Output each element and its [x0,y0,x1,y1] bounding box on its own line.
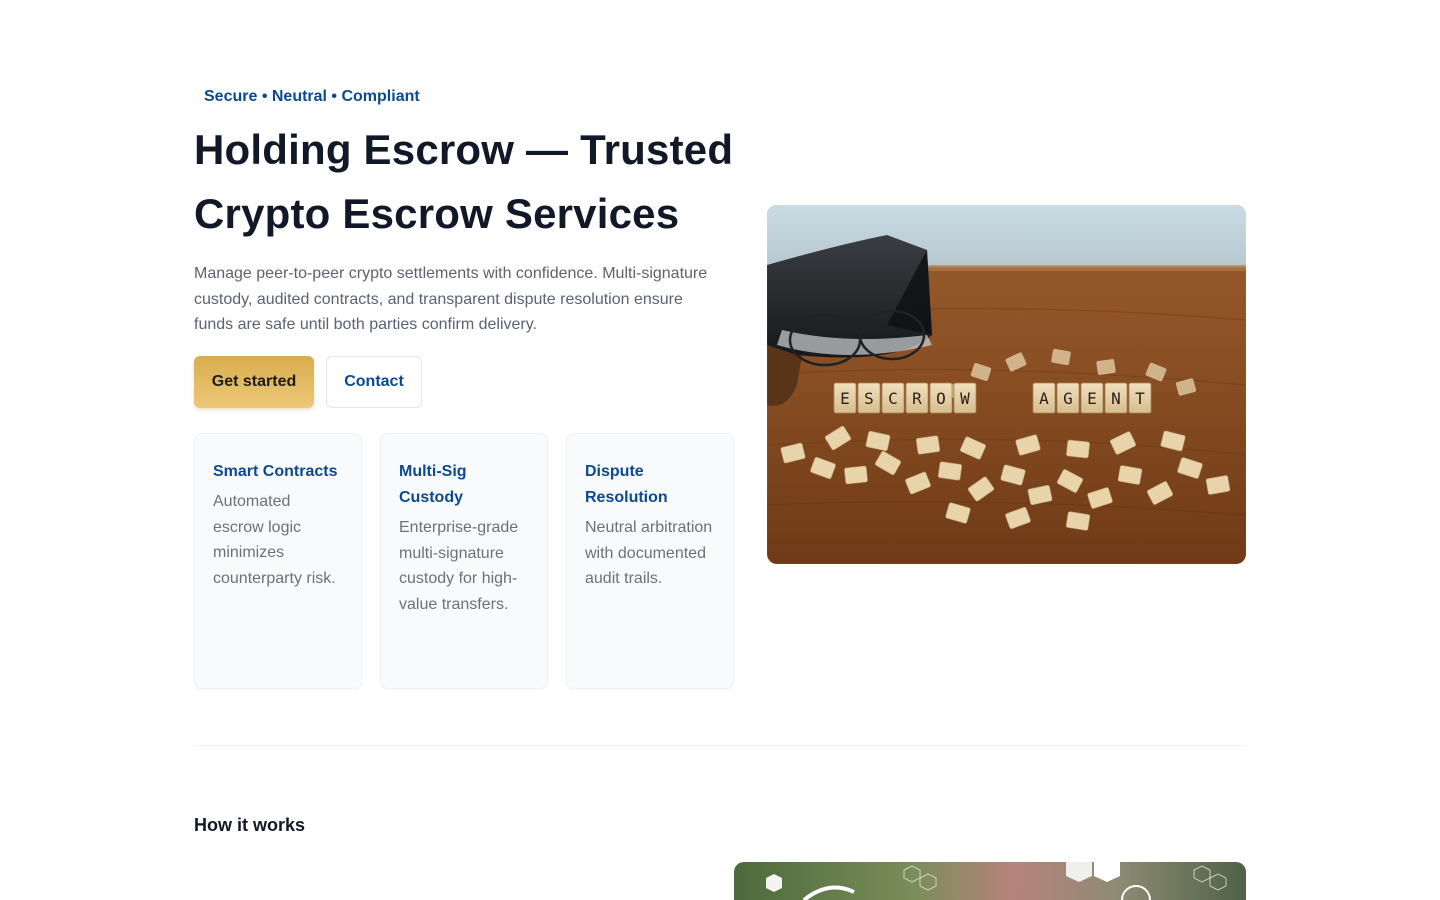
hero-eyebrow: Secure • Neutral • Compliant [204,88,420,105]
tile-letter: R [912,389,922,408]
escrow-agent-photo: E S C R O W A G E N T [767,205,1246,564]
tile-letter: G [1063,389,1073,408]
feature-title: Dispute Resolution [585,463,668,506]
tile-letter: S [864,389,874,408]
feature-card-dispute: Dispute Resolution Neutral arbitration w… [566,433,734,689]
feature-title: Multi-Sig Custody [399,463,467,506]
feature-text: Enterprise-grade multi-signature custody… [399,519,519,613]
tile-letter: E [1087,389,1097,408]
hero-description: Manage peer-to-peer crypto settlements w… [194,265,708,334]
how-it-works-title: How it works [194,815,306,835]
feature-title: Smart Contracts [213,463,338,480]
feature-card-multi-sig: Multi-Sig Custody Enterprise-grade multi… [380,433,548,689]
how-it-works-image [734,862,1246,900]
tile-letter: A [1039,389,1049,408]
tile-letter: C [888,389,898,408]
feature-card-smart-contracts: Smart Contracts Automated escrow logic m… [194,433,362,689]
tile-letter: T [1135,389,1145,408]
feature-text: Neutral arbitration with documented audi… [585,519,713,588]
feature-text: Automated escrow logic minimizes counter… [213,493,336,587]
tile-letter: O [936,389,946,408]
tile-letter: N [1111,389,1121,408]
contact-button[interactable]: Contact [326,356,422,408]
page-title: Holding Escrow — Trusted Crypto Escrow S… [194,126,734,237]
tile-letter: W [960,389,970,408]
section-divider [194,745,1246,746]
get-started-button[interactable]: Get started [194,356,314,408]
tile-letter: E [840,389,850,408]
